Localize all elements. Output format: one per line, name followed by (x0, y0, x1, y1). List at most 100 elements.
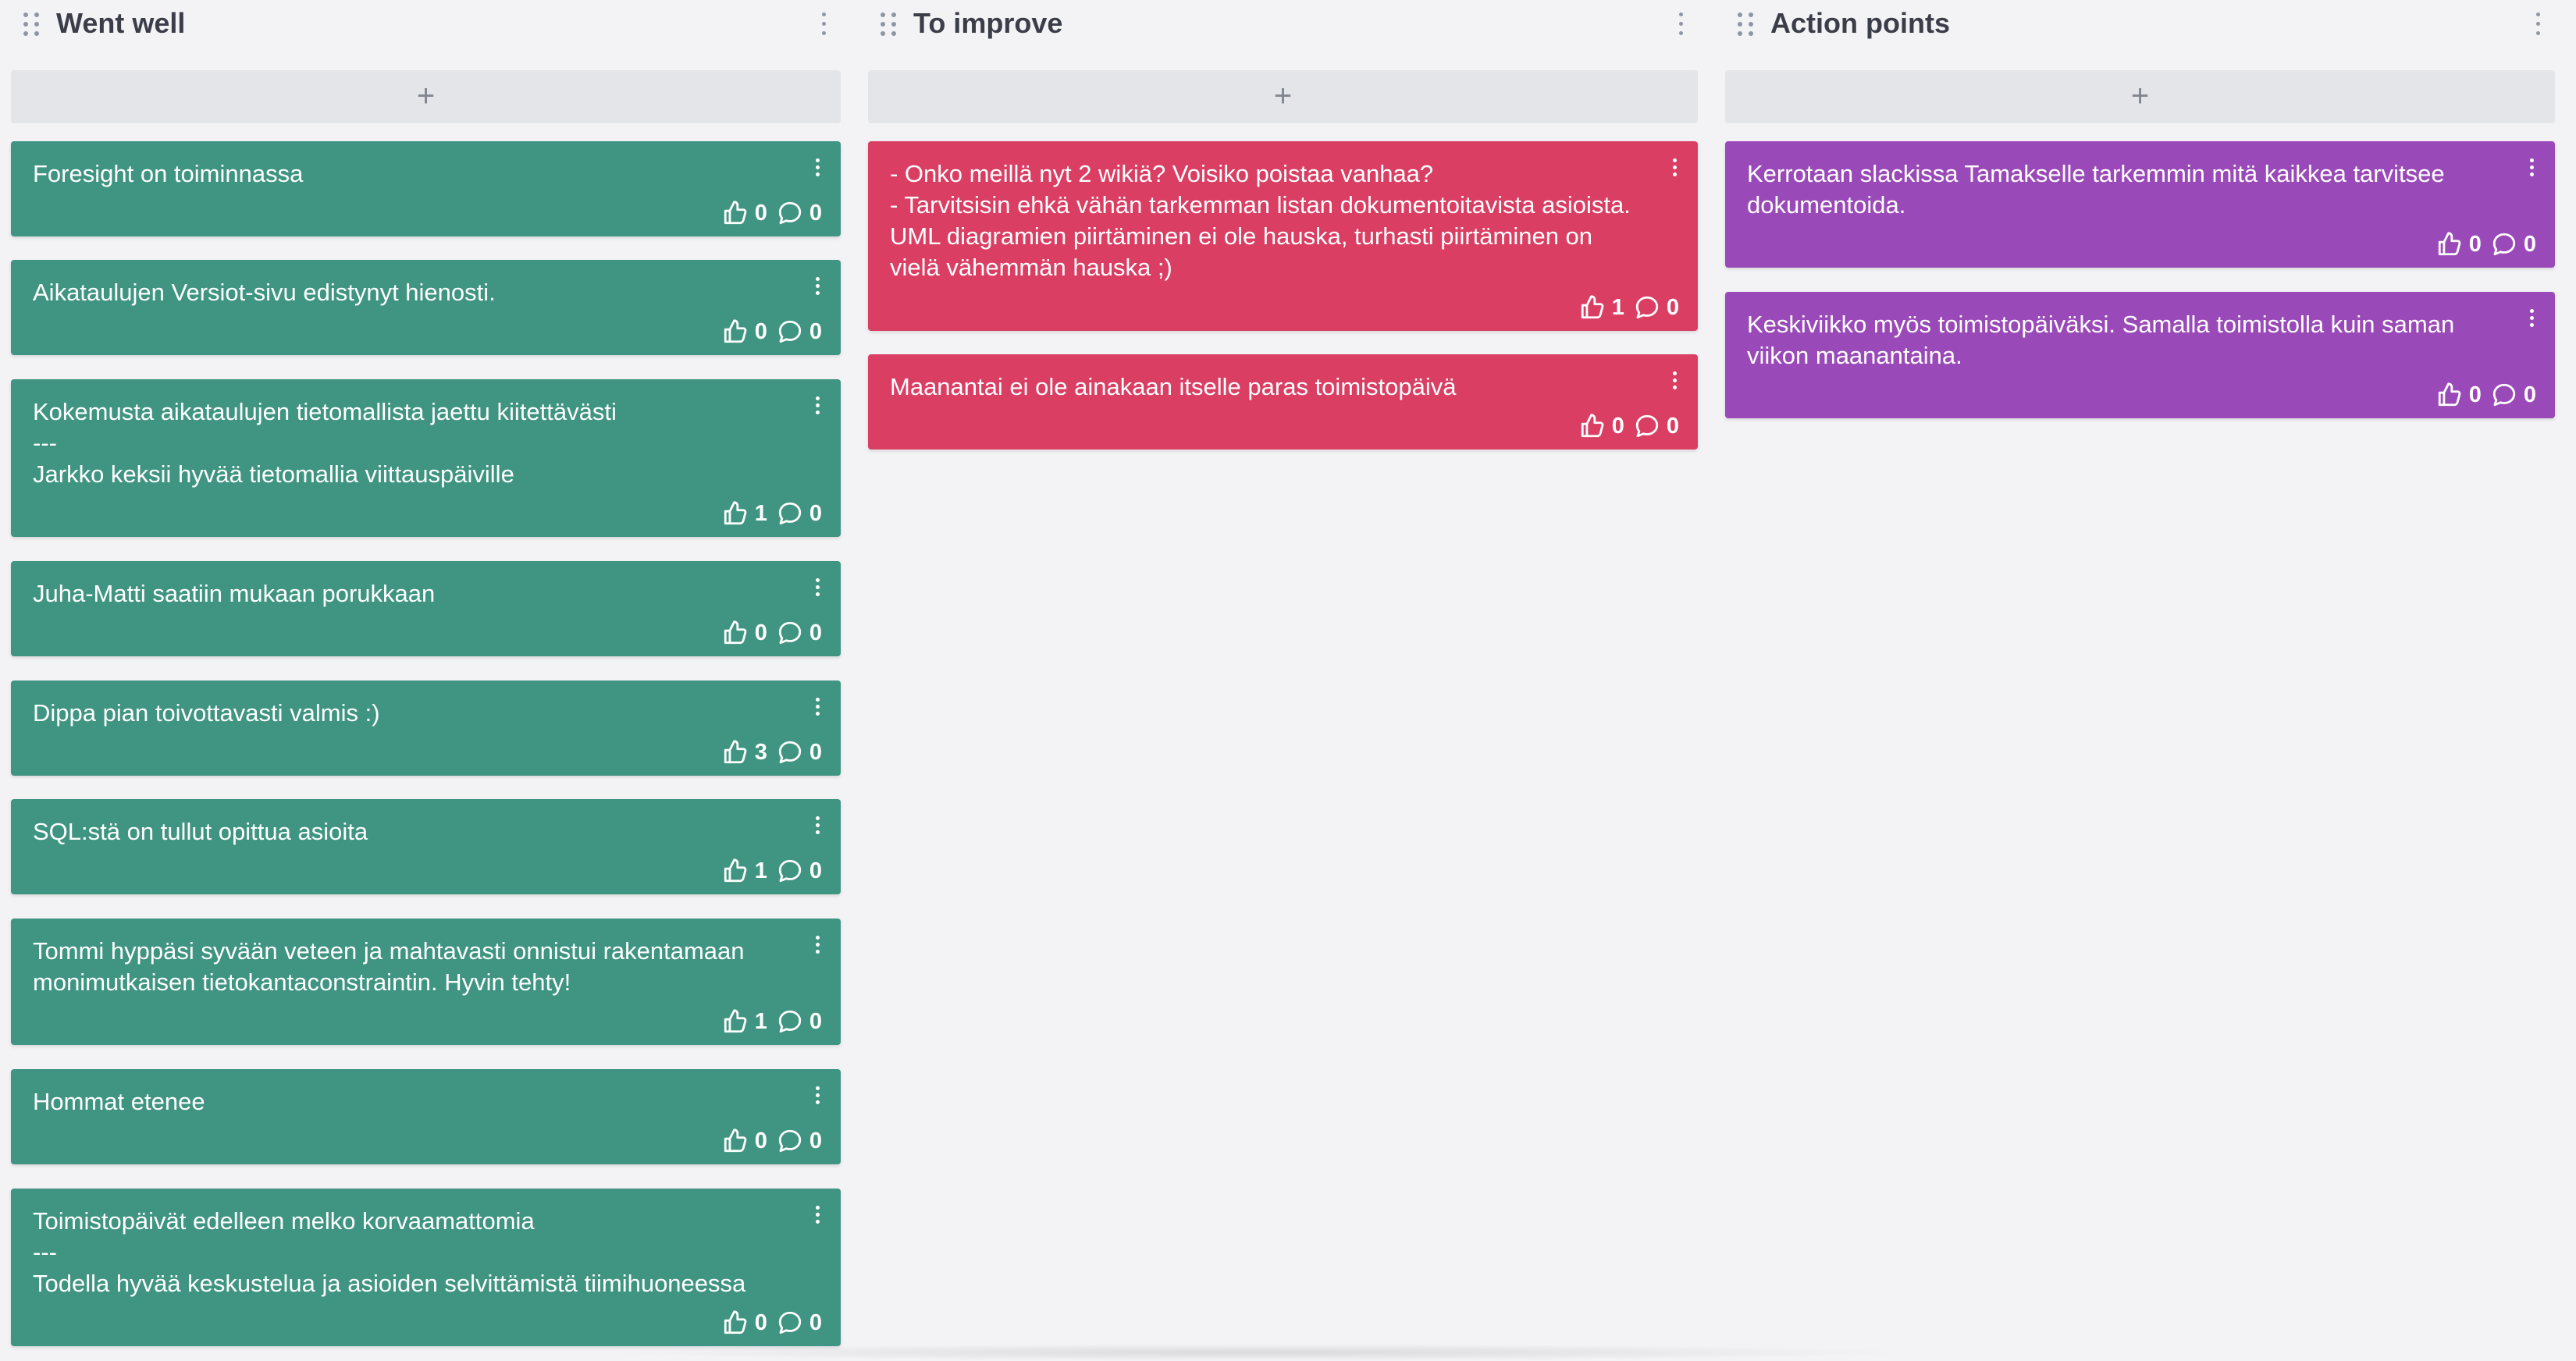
vote-button[interactable]: 1 (722, 500, 767, 527)
card-footer: 0 0 (722, 619, 822, 647)
card-text: SQL:stä on tullut opittua asioita (33, 818, 368, 845)
more-vertical-icon[interactable] (811, 395, 824, 417)
vote-button[interactable]: 0 (722, 1128, 767, 1154)
comment-icon (2491, 382, 2517, 408)
vote-button[interactable]: 0 (722, 318, 767, 345)
thumbs-up-icon (722, 200, 749, 226)
comment-button[interactable]: 0 (777, 620, 822, 646)
card[interactable]: - Onko meillä nyt 2 wikiä? Voisiko poist… (868, 141, 1698, 331)
more-vertical-icon[interactable] (811, 934, 824, 956)
more-vertical-icon[interactable] (1668, 157, 1681, 179)
card[interactable]: Maanantai ei ole ainakaan itselle paras … (868, 354, 1698, 450)
more-vertical-icon[interactable] (2532, 11, 2544, 37)
comment-button[interactable]: 0 (777, 200, 822, 226)
comment-count: 0 (809, 200, 822, 226)
card[interactable]: Keskiviikko myös toimistopäiväksi. Samal… (1725, 292, 2555, 418)
card-text: Toimistopäivät edelleen melko korvaamatt… (33, 1207, 746, 1297)
card-footer: 3 0 (722, 738, 822, 766)
vote-button[interactable]: 3 (722, 739, 767, 766)
comment-button[interactable]: 0 (777, 1008, 822, 1035)
column-title: Went well (56, 7, 186, 39)
column-to-improve: To improve + - Onko meillä nyt 2 wikiä? … (868, 0, 1698, 450)
card[interactable]: Kokemusta aikataulujen tietomallista jae… (11, 379, 841, 537)
vote-count: 1 (754, 500, 767, 526)
comment-button[interactable]: 0 (2491, 382, 2536, 408)
add-card-button[interactable]: + (1725, 70, 2555, 123)
comment-button[interactable]: 0 (777, 500, 822, 527)
vote-button[interactable]: 0 (2436, 382, 2482, 408)
thumbs-up-icon (1579, 294, 1606, 321)
drag-handle-icon[interactable] (22, 11, 42, 37)
comment-button[interactable]: 0 (777, 739, 822, 766)
card-text: Kokemusta aikataulujen tietomallista jae… (33, 398, 617, 488)
card[interactable]: Hommat etenee 0 0 (11, 1069, 841, 1164)
more-vertical-icon[interactable] (817, 11, 830, 37)
card[interactable]: Toimistopäivät edelleen melko korvaamatt… (11, 1189, 841, 1346)
card-text: Foresight on toiminnassa (33, 160, 304, 187)
comment-button[interactable]: 0 (2491, 231, 2536, 258)
more-vertical-icon[interactable] (1674, 11, 1687, 37)
comment-button[interactable]: 0 (1634, 413, 1679, 439)
more-vertical-icon[interactable] (811, 275, 824, 297)
drag-handle-icon[interactable] (1736, 11, 1756, 37)
card-footer: 0 0 (1579, 412, 1679, 440)
comment-count: 0 (809, 620, 822, 645)
comment-count: 0 (1666, 413, 1679, 439)
more-vertical-icon[interactable] (811, 1085, 824, 1107)
comment-button[interactable]: 0 (1634, 294, 1679, 321)
more-vertical-icon[interactable] (811, 1204, 824, 1226)
vote-button[interactable]: 0 (722, 620, 767, 646)
card[interactable]: Aikataulujen Versiot-sivu edistynyt hien… (11, 260, 841, 355)
card-footer: 0 0 (722, 1309, 822, 1337)
card[interactable]: Kerrotaan slackissa Tamakselle tarkemmin… (1725, 141, 2555, 268)
card-text: Aikataulujen Versiot-sivu edistynyt hien… (33, 279, 496, 306)
vote-count: 0 (2468, 382, 2482, 407)
comment-count: 0 (809, 739, 822, 765)
card-footer: 0 0 (722, 318, 822, 346)
card[interactable]: Tommi hyppäsi syvään veteen ja mahtavast… (11, 919, 841, 1045)
more-vertical-icon[interactable] (2525, 307, 2538, 329)
vote-button[interactable]: 0 (1579, 413, 1624, 439)
vote-button[interactable]: 1 (1579, 294, 1624, 321)
add-card-button[interactable]: + (11, 70, 841, 123)
card-footer: 1 0 (722, 499, 822, 528)
comment-button[interactable]: 0 (777, 1128, 822, 1154)
comment-icon (777, 858, 803, 884)
card[interactable]: Juha-Matti saatiin mukaan porukkaan 0 0 (11, 561, 841, 656)
card-footer: 1 0 (722, 1007, 822, 1036)
thumbs-up-icon (722, 1128, 749, 1154)
column-title: To improve (913, 7, 1063, 39)
card[interactable]: Dippa pian toivottavasti valmis :) 3 0 (11, 680, 841, 776)
comment-button[interactable]: 0 (777, 858, 822, 884)
vote-button[interactable]: 1 (722, 1008, 767, 1035)
card[interactable]: SQL:stä on tullut opittua asioita 1 0 (11, 799, 841, 894)
vote-count: 0 (1611, 413, 1624, 439)
more-vertical-icon[interactable] (811, 157, 824, 179)
comment-button[interactable]: 0 (777, 318, 822, 345)
comment-count: 0 (809, 500, 822, 526)
card-text: Dippa pian toivottavasti valmis :) (33, 699, 380, 727)
card-text: Tommi hyppäsi syvään veteen ja mahtavast… (33, 937, 745, 996)
comment-icon (2491, 231, 2517, 258)
vote-button[interactable]: 0 (722, 1309, 767, 1336)
vote-button[interactable]: 0 (2436, 231, 2482, 258)
column-header: Action points (1725, 0, 2555, 48)
vote-count: 0 (754, 200, 767, 226)
comment-icon (777, 620, 803, 646)
drag-handle-icon[interactable] (879, 11, 899, 37)
card-text: Kerrotaan slackissa Tamakselle tarkemmin… (1747, 160, 2445, 219)
comment-icon (1634, 413, 1660, 439)
vote-button[interactable]: 1 (722, 858, 767, 884)
more-vertical-icon[interactable] (811, 577, 824, 599)
add-card-button[interactable]: + (868, 70, 1698, 123)
more-vertical-icon[interactable] (811, 815, 824, 837)
more-vertical-icon[interactable] (1668, 370, 1681, 392)
vote-button[interactable]: 0 (722, 200, 767, 226)
more-vertical-icon[interactable] (811, 696, 824, 718)
comment-count: 0 (809, 318, 822, 344)
comment-count: 0 (809, 1008, 822, 1034)
comment-button[interactable]: 0 (777, 1309, 822, 1336)
more-vertical-icon[interactable] (2525, 157, 2538, 179)
card[interactable]: Foresight on toiminnassa 0 0 (11, 141, 841, 236)
comment-icon (777, 1128, 803, 1154)
